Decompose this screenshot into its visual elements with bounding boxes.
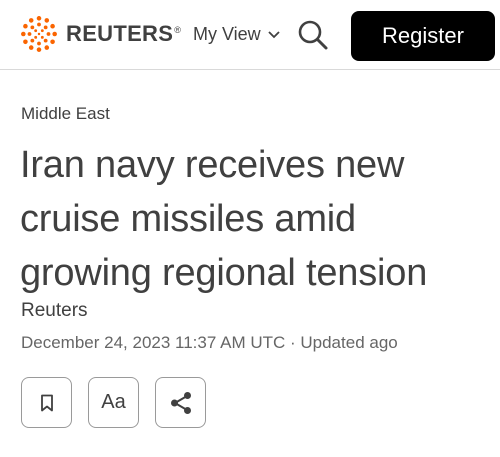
share-button[interactable] bbox=[155, 377, 206, 428]
reuters-logo-icon bbox=[21, 16, 57, 52]
reuters-logo[interactable]: REUTERS® bbox=[20, 14, 181, 54]
headline-line: Iran navy receives new bbox=[20, 144, 405, 186]
text-size-button[interactable]: Aa bbox=[88, 377, 139, 428]
registered-mark: ® bbox=[174, 24, 182, 35]
my-view-menu[interactable]: My View bbox=[193, 24, 281, 45]
share-icon bbox=[170, 391, 191, 414]
article-headline: Iran navy receives new cruise missiles a… bbox=[20, 138, 490, 300]
dateline: December 24, 2023 11:37 AM UTC · Updated… bbox=[21, 333, 398, 352]
article-actions: Aa bbox=[21, 377, 206, 428]
bookmark-icon bbox=[40, 394, 53, 411]
bookmark-button[interactable] bbox=[21, 377, 72, 428]
headline-line: growing regional tension bbox=[20, 252, 428, 294]
headline-line: cruise missiles amid bbox=[20, 198, 356, 240]
logo-wordmark: REUTERS® bbox=[66, 21, 182, 46]
register-button[interactable]: Register bbox=[351, 11, 495, 61]
my-view-label: My View bbox=[193, 24, 261, 44]
chevron-down-icon bbox=[268, 30, 280, 38]
site-header: REUTERS® My View Register bbox=[0, 0, 500, 70]
section-label[interactable]: Middle East bbox=[21, 104, 110, 124]
text-size-label: Aa bbox=[101, 391, 126, 413]
byline[interactable]: Reuters bbox=[21, 300, 88, 322]
search-icon[interactable] bbox=[296, 18, 330, 52]
